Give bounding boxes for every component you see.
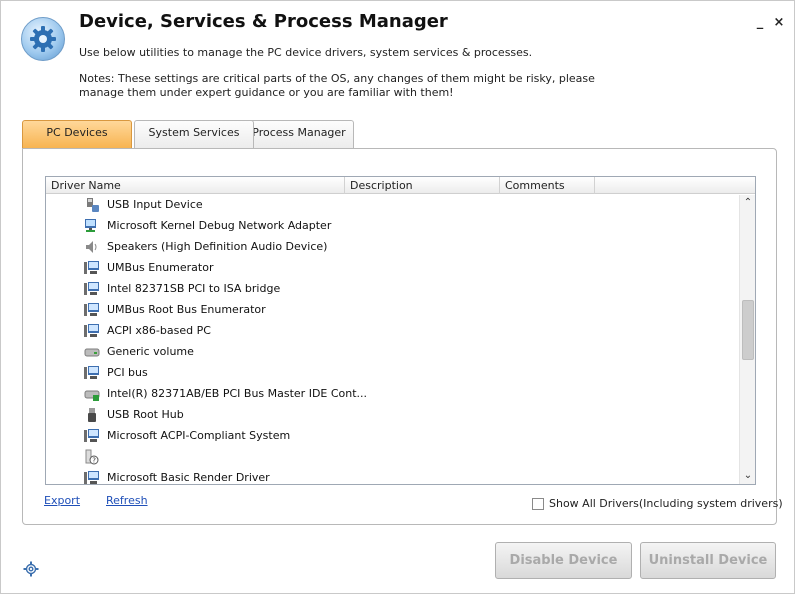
table-row[interactable]: Microsoft Kernel Debug Network Adapter	[46, 216, 738, 237]
tab-process-manager[interactable]: Process Manager	[244, 120, 354, 148]
window-subtitle: Use below utilities to manage the PC dev…	[79, 46, 533, 59]
column-driver-name[interactable]: Driver Name	[46, 177, 345, 194]
drive-icon	[84, 348, 100, 357]
table-row[interactable]: Microsoft ACPI-Compliant System	[46, 426, 738, 447]
driver-list-header: Driver Name Description Comments	[46, 177, 755, 194]
disable-device-button[interactable]: Disable Device	[495, 542, 632, 579]
system-device-icon	[84, 366, 99, 379]
driver-name: Microsoft Basic Render Driver	[107, 471, 270, 484]
table-row[interactable]: Intel 82371SB PCI to ISA bridge	[46, 279, 738, 300]
close-button[interactable]: ×	[771, 15, 787, 31]
table-row[interactable]: USB Root Hub	[46, 405, 738, 426]
uninstall-device-button[interactable]: Uninstall Device	[640, 542, 776, 579]
tab-system-services[interactable]: System Services	[134, 120, 254, 148]
table-row[interactable]: Generic volume	[46, 342, 738, 363]
system-device-icon	[84, 303, 99, 316]
refresh-link[interactable]: Refresh	[106, 494, 148, 507]
settings-gear-icon[interactable]	[23, 561, 39, 577]
driver-rows: USB Input Device Microsoft Kernel Debug …	[46, 195, 738, 484]
chevron-down-icon[interactable]: ⌄	[740, 468, 755, 484]
system-device-icon	[84, 471, 99, 484]
table-row[interactable]: Speakers (High Definition Audio Device)	[46, 237, 738, 258]
pc-devices-panel: Driver Name Description Comments USB Inp…	[22, 148, 783, 525]
table-row[interactable]: ACPI x86-based PC	[46, 321, 738, 342]
driver-name: Generic volume	[107, 345, 194, 358]
speaker-icon	[86, 241, 97, 253]
table-row[interactable]: ?	[46, 447, 738, 468]
ide-controller-icon	[84, 390, 100, 401]
network-adapter-icon	[85, 219, 96, 232]
table-row[interactable]: UMBus Enumerator	[46, 258, 738, 279]
driver-name: USB Root Hub	[107, 408, 184, 421]
table-row[interactable]: Microsoft Basic Render Driver	[46, 468, 738, 484]
driver-name: UMBus Root Bus Enumerator	[107, 303, 266, 316]
window-title: Device, Services & Process Manager	[79, 11, 448, 32]
table-row[interactable]: USB Input Device	[46, 195, 738, 216]
driver-name: Microsoft ACPI-Compliant System	[107, 429, 291, 442]
scroll-thumb[interactable]	[742, 300, 754, 360]
vertical-scrollbar[interactable]: ⌃ ⌄	[739, 195, 755, 484]
driver-name: Microsoft Kernel Debug Network Adapter	[107, 219, 332, 232]
gear-icon	[21, 17, 65, 61]
show-all-drivers-checkbox[interactable]	[532, 498, 544, 510]
system-device-icon	[84, 282, 99, 295]
show-all-drivers-label: Show All Drivers(Including system driver…	[549, 497, 783, 510]
column-comments[interactable]: Comments	[500, 177, 595, 194]
usb-icon	[88, 408, 96, 422]
table-row[interactable]: PCI bus	[46, 363, 738, 384]
driver-name: UMBus Enumerator	[107, 261, 214, 274]
system-device-icon	[84, 261, 99, 274]
system-device-icon	[84, 429, 99, 442]
driver-name: USB Input Device	[107, 198, 203, 211]
column-description[interactable]: Description	[345, 177, 500, 194]
usb-input-device-icon	[87, 198, 99, 212]
notes-text: Notes: These settings are critical parts…	[79, 72, 595, 99]
driver-name: Speakers (High Definition Audio Device)	[107, 240, 328, 253]
table-row[interactable]: Intel(R) 82371AB/EB PCI Bus Master IDE C…	[46, 384, 738, 405]
table-row[interactable]: UMBus Root Bus Enumerator	[46, 300, 738, 321]
driver-name: Intel(R) 82371AB/EB PCI Bus Master IDE C…	[107, 387, 368, 400]
driver-list: Driver Name Description Comments USB Inp…	[45, 176, 756, 485]
chevron-up-icon[interactable]: ⌃	[740, 195, 755, 211]
tab-pc-devices[interactable]: PC Devices	[22, 120, 132, 148]
driver-name: PCI bus	[107, 366, 148, 379]
export-link[interactable]: Export	[44, 494, 80, 507]
computer-icon	[84, 324, 99, 337]
driver-name: ACPI x86-based PC	[107, 324, 211, 337]
minimize-button[interactable]: _	[752, 15, 768, 31]
unknown-device-icon: ?	[85, 449, 99, 465]
driver-name: Intel 82371SB PCI to ISA bridge	[107, 282, 281, 295]
svg-text:?: ?	[92, 457, 96, 465]
device-manager-window: Device, Services & Process Manager Use b…	[0, 0, 795, 594]
